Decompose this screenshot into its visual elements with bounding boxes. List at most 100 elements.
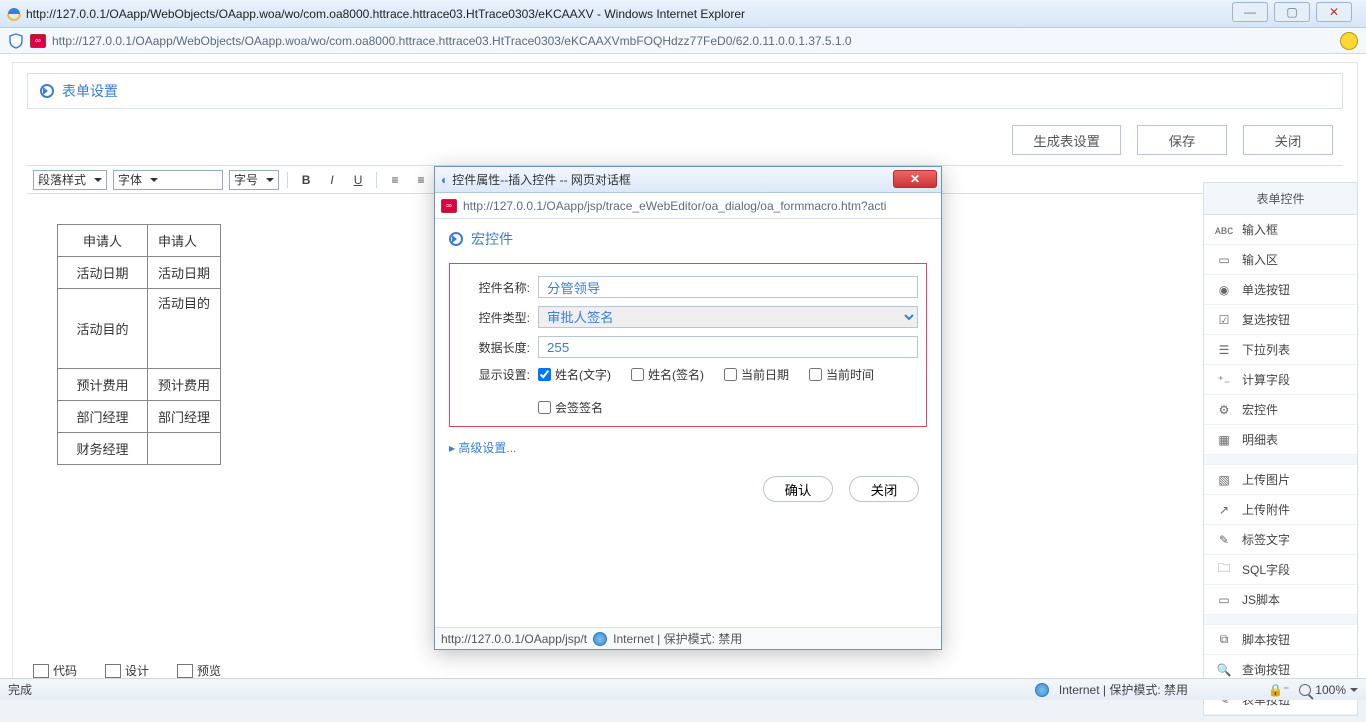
search-icon: 🔍: [1216, 663, 1232, 677]
palette-item-check[interactable]: ☑复选按钮: [1204, 305, 1357, 335]
panel-header: 表单设置: [27, 73, 1343, 109]
label-display: 显示设置:: [458, 366, 530, 383]
cell-value[interactable]: 部门经理: [148, 401, 221, 433]
chevron-down-icon: [1350, 688, 1358, 696]
status-left: 完成: [8, 681, 32, 698]
globe-icon: [593, 632, 607, 646]
dialog-status-left: http://127.0.0.1/OAapp/jsp/t: [441, 632, 587, 646]
chk-cur-time[interactable]: 当前时间: [809, 366, 874, 383]
cell-value[interactable]: 预计费用: [148, 369, 221, 401]
chk-cosign[interactable]: 会签签名: [538, 399, 603, 416]
cell-value[interactable]: 申请人: [148, 225, 221, 257]
bullet-icon: [449, 232, 463, 246]
italic-button[interactable]: I: [322, 170, 342, 190]
cell-value[interactable]: [148, 433, 221, 465]
palette-item-radio[interactable]: ◉单选按钮: [1204, 275, 1357, 305]
dialog-section-header: 宏控件: [435, 219, 941, 253]
save-button[interactable]: 保存: [1137, 125, 1227, 155]
dialog-favicon-red: ∞: [441, 199, 457, 213]
chk-name-sign[interactable]: 姓名(签名): [631, 366, 704, 383]
paragraph-style-select[interactable]: 段落样式: [33, 170, 107, 190]
cell-label: 财务经理: [58, 433, 148, 465]
dialog-favicon: ◐: [441, 173, 448, 187]
font-family-select[interactable]: 字体: [113, 170, 223, 190]
palette-item-select[interactable]: ☰下拉列表: [1204, 335, 1357, 365]
palette-item-attach[interactable]: ↗上传附件: [1204, 495, 1357, 525]
folder-icon: 🗀: [1216, 563, 1232, 577]
copy-icon: ⧉: [1216, 633, 1232, 647]
font-size-select[interactable]: 字号: [229, 170, 279, 190]
cell-value[interactable]: 活动日期: [148, 257, 221, 289]
dialog-form: 控件名称: 控件类型: 审批人签名 数据长度: 显示设置: 姓名(文字): [449, 263, 927, 427]
code-icon: [33, 664, 49, 678]
window-close-button[interactable]: ✕: [1316, 2, 1352, 22]
bold-button[interactable]: B: [296, 170, 316, 190]
dialog-buttons: 确认 关闭: [435, 468, 941, 510]
textarea-icon: ▭: [1216, 253, 1232, 267]
cell-label: 部门经理: [58, 401, 148, 433]
preview-icon: [177, 664, 193, 678]
smiley-icon[interactable]: [1340, 32, 1358, 50]
shield-icon: [8, 33, 24, 49]
chk-name-text[interactable]: 姓名(文字): [538, 366, 611, 383]
dialog-status-right: Internet | 保护模式: 禁用: [613, 630, 742, 647]
dialog-address-bar: ∞ http://127.0.0.1/OAapp/jsp/trace_eWebE…: [435, 193, 941, 219]
cell-value[interactable]: 活动目的: [148, 289, 221, 369]
control-type-select[interactable]: 审批人签名: [538, 306, 918, 328]
cell-label: 活动目的: [58, 289, 148, 369]
security-icon[interactable]: 🔒⁻: [1268, 683, 1289, 697]
calc-icon: ⁺₋: [1216, 373, 1232, 387]
grid-icon: ▦: [1216, 433, 1232, 447]
underline-button[interactable]: U: [348, 170, 368, 190]
generate-button[interactable]: 生成表设置: [1012, 125, 1121, 155]
dialog-close-button[interactable]: ✕: [893, 170, 937, 188]
advanced-settings-link[interactable]: ▸ 高级设置...: [449, 439, 927, 456]
control-name-input[interactable]: [538, 276, 918, 298]
palette-item-macro[interactable]: ⚙宏控件: [1204, 395, 1357, 425]
palette-item-scriptbtn[interactable]: ⧉脚本按钮: [1204, 625, 1357, 655]
window-min-button[interactable]: —: [1232, 2, 1268, 22]
macro-property-dialog: ◐ 控件属性--插入控件 -- 网页对话框 ✕ ∞ http://127.0.0…: [434, 166, 942, 650]
dialog-cancel-button[interactable]: 关闭: [849, 476, 919, 502]
cell-label: 预计费用: [58, 369, 148, 401]
label-data-length: 数据长度:: [458, 339, 530, 356]
ie-window: http://127.0.0.1/OAapp/WebObjects/OAapp.…: [0, 0, 1366, 700]
control-palette: 表单控件 ᴀʙᴄ输入框 ▭输入区 ◉单选按钮 ☑复选按钮 ☰下拉列表 ⁺₋计算字…: [1203, 182, 1358, 716]
palette-item-labeltxt[interactable]: ✎标签文字: [1204, 525, 1357, 555]
dialog-title: 控件属性--插入控件 -- 网页对话框: [452, 171, 631, 188]
wand-icon: ✎: [1216, 533, 1232, 547]
palette-item-js[interactable]: ▭JS脚本: [1204, 585, 1357, 615]
palette-item-input[interactable]: ᴀʙᴄ输入框: [1204, 215, 1357, 245]
align-center-button[interactable]: ≡: [411, 170, 431, 190]
form-table: 申请人申请人 活动日期活动日期 活动目的活动目的 预计费用预计费用 部门经理部门…: [57, 224, 221, 465]
image-icon: ▧: [1216, 473, 1232, 487]
label-control-type: 控件类型:: [458, 309, 530, 326]
site-favicon: ∞: [30, 34, 46, 48]
cell-label: 活动日期: [58, 257, 148, 289]
bullet-icon: [40, 84, 54, 98]
data-length-input[interactable]: [538, 336, 918, 358]
text-icon: ᴀʙᴄ: [1216, 223, 1232, 237]
close-button[interactable]: 关闭: [1243, 125, 1333, 155]
palette-item-image[interactable]: ▧上传图片: [1204, 465, 1357, 495]
palette-header: 表单控件: [1204, 183, 1357, 215]
attach-icon: ↗: [1216, 503, 1232, 517]
label-control-name: 控件名称:: [458, 279, 530, 296]
zoom-control[interactable]: 100%: [1299, 683, 1358, 697]
palette-item-sql[interactable]: 🗀SQL字段: [1204, 555, 1357, 585]
window-max-button[interactable]: ▢: [1274, 2, 1310, 22]
align-left-button[interactable]: ≡: [385, 170, 405, 190]
list-icon: ☰: [1216, 343, 1232, 357]
window-titlebar: http://127.0.0.1/OAapp/WebObjects/OAapp.…: [0, 0, 1366, 28]
dialog-ok-button[interactable]: 确认: [763, 476, 833, 502]
dialog-titlebar[interactable]: ◐ 控件属性--插入控件 -- 网页对话框 ✕: [435, 167, 941, 193]
chk-cur-date[interactable]: 当前日期: [724, 366, 789, 383]
globe-icon: [1035, 683, 1049, 697]
palette-item-calc[interactable]: ⁺₋计算字段: [1204, 365, 1357, 395]
script-icon: ▭: [1216, 593, 1232, 607]
ie-icon: [6, 6, 22, 22]
palette-item-detail[interactable]: ▦明细表: [1204, 425, 1357, 455]
browser-statusbar: 完成 Internet | 保护模式: 禁用 🔒⁻ 100%: [0, 678, 1366, 700]
address-url[interactable]: http://127.0.0.1/OAapp/WebObjects/OAapp.…: [52, 34, 1334, 48]
palette-item-area[interactable]: ▭输入区: [1204, 245, 1357, 275]
